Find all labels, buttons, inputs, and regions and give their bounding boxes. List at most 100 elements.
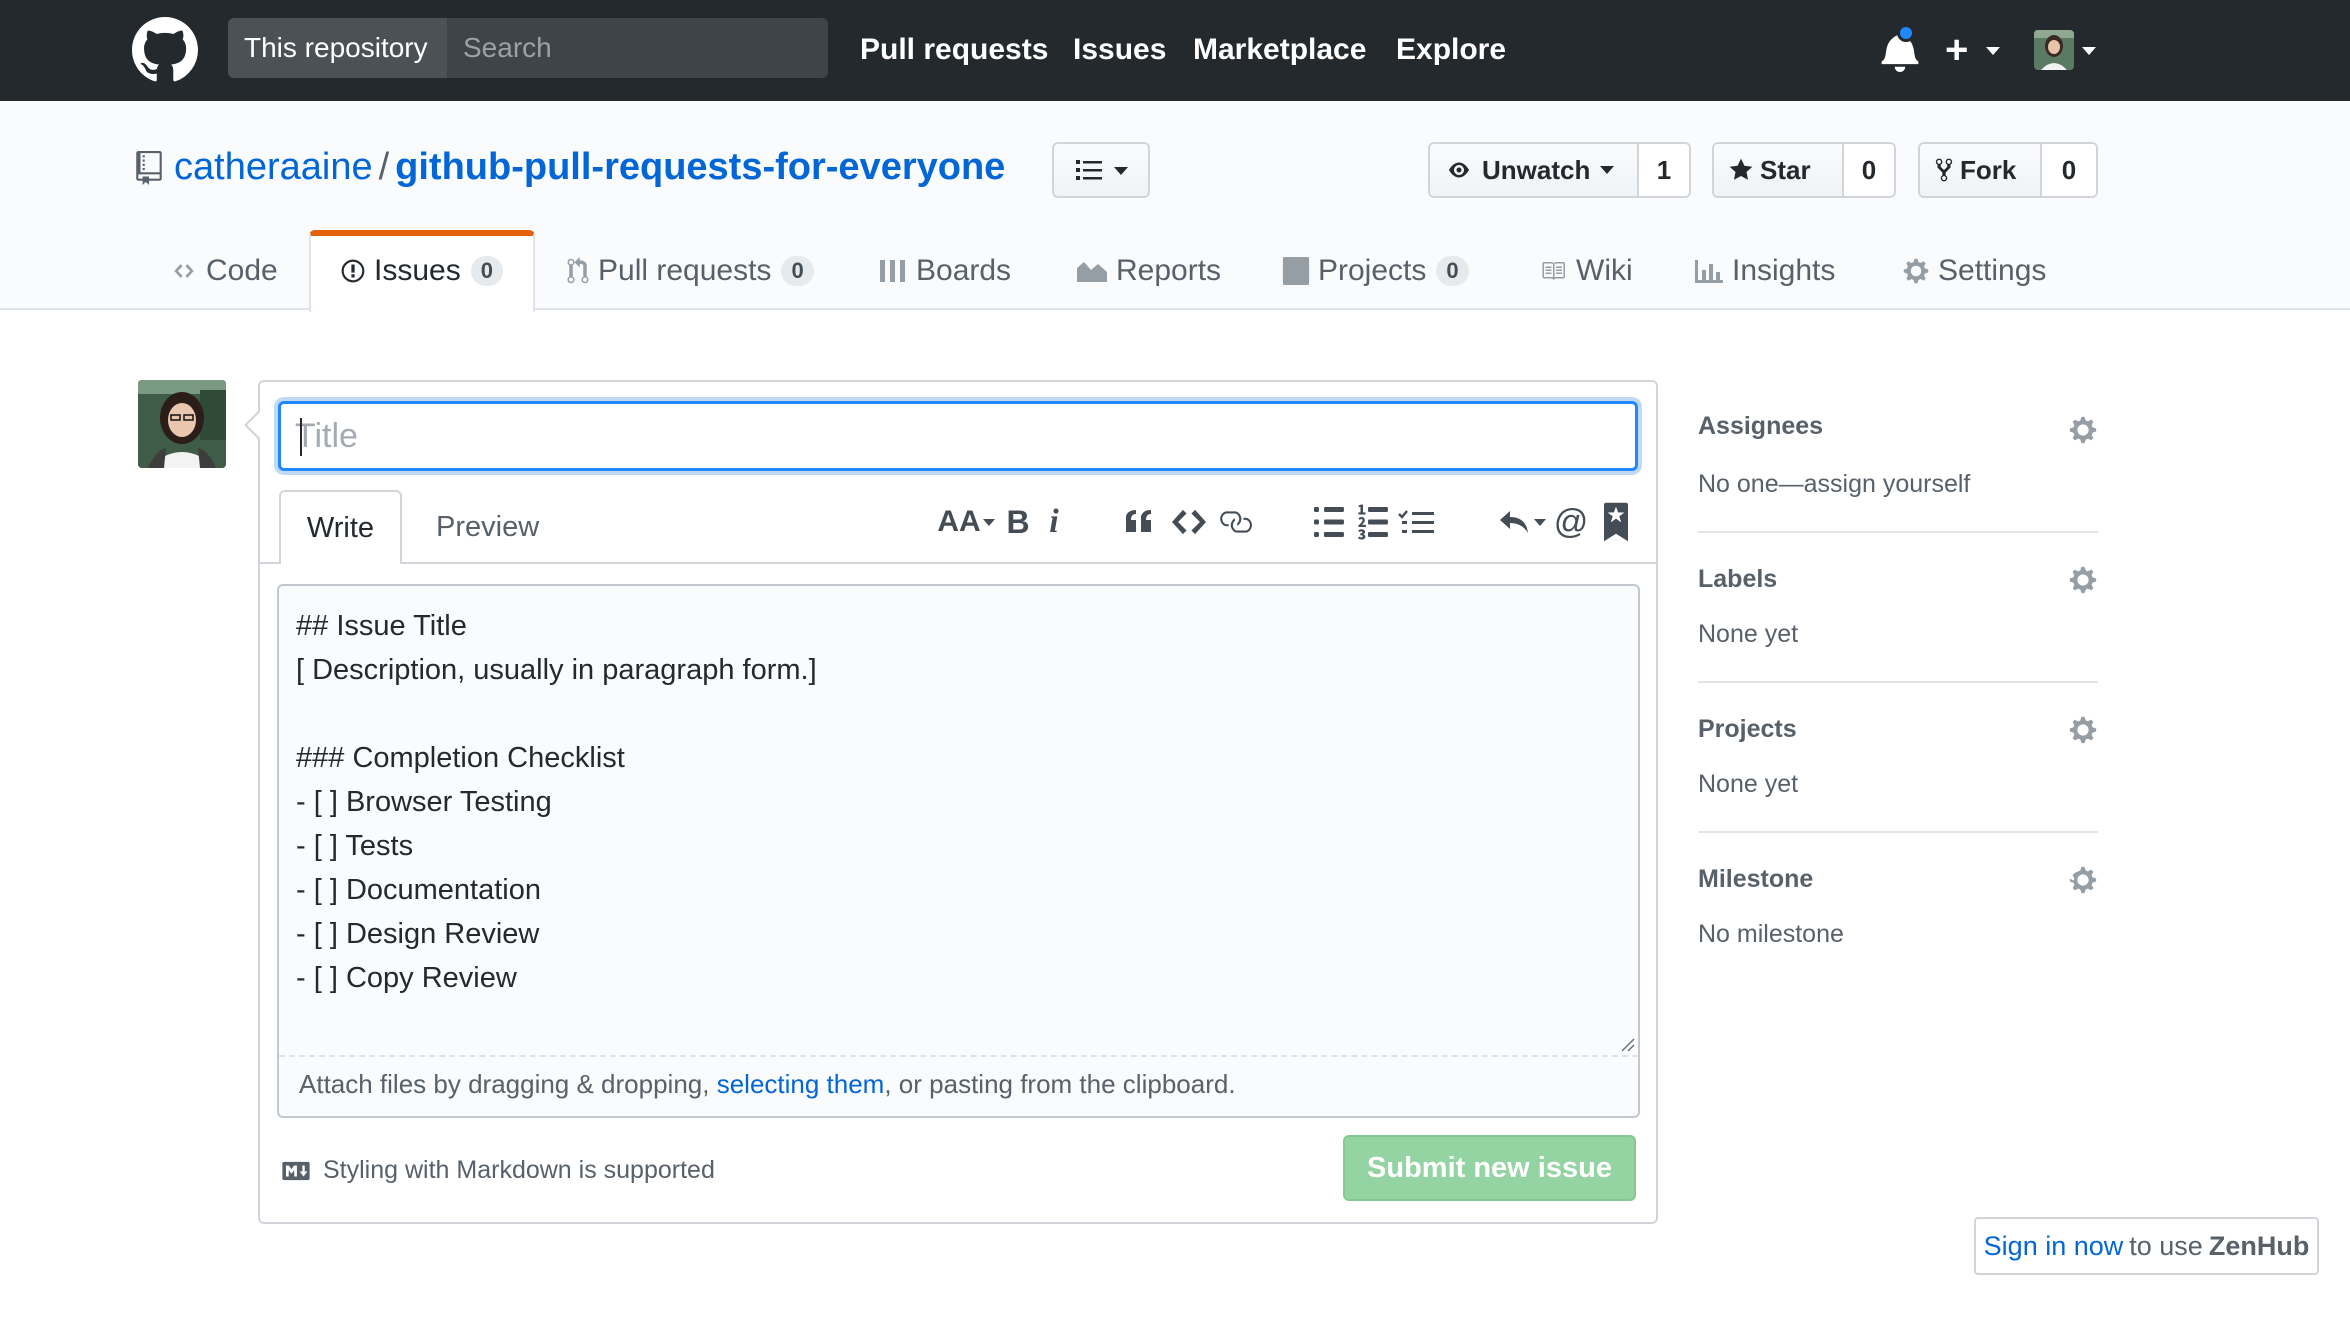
write-tab[interactable]: Write xyxy=(279,490,402,564)
author-avatar[interactable] xyxy=(138,380,226,468)
body-line: - [ ] Documentation xyxy=(296,874,541,906)
github-logo-icon[interactable] xyxy=(132,17,198,83)
body-line: ### Completion Checklist xyxy=(296,742,625,774)
issue-opened-icon xyxy=(341,259,365,283)
gear-icon xyxy=(1903,258,1929,284)
body-line: - [ ] Copy Review xyxy=(296,962,517,994)
preview-tab[interactable]: Preview xyxy=(436,490,539,564)
insights-icon xyxy=(1695,260,1723,283)
quote-icon[interactable] xyxy=(1124,502,1156,542)
attach-prefix: Attach files by dragging & dropping, xyxy=(299,1069,717,1099)
nav-marketplace[interactable]: Marketplace xyxy=(1193,28,1366,72)
user-menu-caret-icon[interactable] xyxy=(2082,47,2096,55)
tab-reports[interactable]: Reports xyxy=(1076,232,1221,310)
issue-body-textarea[interactable]: ## Issue Title [ Description, usually in… xyxy=(277,584,1640,1118)
mention-button[interactable]: @ xyxy=(1554,502,1589,542)
milestone-gear-icon[interactable] xyxy=(2068,865,2098,895)
boards-icon xyxy=(880,260,905,282)
resize-handle-icon[interactable] xyxy=(1619,1036,1635,1052)
markdown-note[interactable]: Styling with Markdown is supported xyxy=(281,1156,715,1185)
user-avatar[interactable] xyxy=(2034,30,2074,70)
create-new-plus-icon[interactable]: + xyxy=(1945,28,1968,72)
bookmark-icon[interactable] xyxy=(1604,502,1628,542)
reply-icon[interactable] xyxy=(1498,502,1530,542)
body-line: ## Issue Title xyxy=(296,610,467,642)
select-files-link[interactable]: selecting them xyxy=(717,1069,885,1099)
global-header: This repository Search Pull requests Iss… xyxy=(0,0,2350,101)
tab-issues[interactable]: Issues 0 xyxy=(340,232,503,310)
milestone-heading[interactable]: Milestone xyxy=(1698,865,1813,894)
link-icon[interactable] xyxy=(1218,502,1252,542)
bold-button[interactable]: B xyxy=(1004,502,1032,542)
tab-pull-requests[interactable]: Pull requests 0 xyxy=(566,232,814,310)
markdown-icon xyxy=(282,1161,310,1180)
star-button[interactable]: Star xyxy=(1714,144,1844,196)
header-search[interactable]: This repository Search xyxy=(228,18,828,78)
sidebar-divider xyxy=(1698,831,2098,833)
tab-boards[interactable]: Boards xyxy=(878,232,1011,310)
user-avatar-image xyxy=(2034,30,2074,70)
task-list-icon[interactable] xyxy=(1398,502,1434,542)
eye-icon xyxy=(1449,162,1469,178)
text-size-caret-icon xyxy=(982,518,995,526)
tab-insights[interactable]: Insights xyxy=(1694,232,1835,310)
text-size-label: AA xyxy=(937,505,981,538)
tab-pull-requests-counter: 0 xyxy=(781,256,814,286)
tab-projects-label: Projects xyxy=(1318,254,1427,287)
tab-wiki[interactable]: Wiki xyxy=(1538,232,1633,310)
star-icon xyxy=(1729,158,1753,180)
nav-pull-requests[interactable]: Pull requests xyxy=(860,28,1048,72)
body-line: - [ ] Tests xyxy=(296,830,414,862)
repo-owner-link[interactable]: catheraaine xyxy=(174,146,373,188)
tab-code[interactable]: Code xyxy=(170,232,278,310)
tab-pull-requests-label: Pull requests xyxy=(598,254,772,287)
submit-new-issue-button[interactable]: Submit new issue xyxy=(1343,1135,1636,1201)
tab-settings[interactable]: Settings xyxy=(1902,232,2046,310)
assignees-gear-icon[interactable] xyxy=(2068,415,2098,445)
git-pull-request-icon xyxy=(567,257,589,284)
repo-name-link[interactable]: github-pull-requests-for-everyone xyxy=(395,146,1005,188)
stargazers-count[interactable]: 0 xyxy=(1844,144,1894,196)
attach-suffix: , or pasting from the clipboard. xyxy=(884,1069,1236,1099)
star-control: Star 0 xyxy=(1712,142,1896,198)
search-input[interactable]: Search xyxy=(463,18,552,78)
projects-gear-icon[interactable] xyxy=(2068,715,2098,745)
nav-explore[interactable]: Explore xyxy=(1396,28,1506,72)
ordered-list-icon[interactable] xyxy=(1358,502,1388,542)
nav-issues[interactable]: Issues xyxy=(1073,28,1166,72)
projects-value: None yet xyxy=(1698,770,1799,798)
assignees-value[interactable]: No one—assign yourself xyxy=(1698,470,1970,499)
text-size-button[interactable]: AA xyxy=(936,502,996,542)
unwatch-button[interactable]: Unwatch xyxy=(1430,144,1639,196)
comment-arrow-inner xyxy=(247,412,260,438)
zenhub-signin-link[interactable]: Sign in now xyxy=(1984,1231,2124,1262)
fork-button[interactable]: Fork xyxy=(1920,144,2042,196)
body-line: - [ ] Browser Testing xyxy=(296,786,552,818)
italic-button[interactable]: i xyxy=(1044,502,1064,542)
reply-caret-icon[interactable] xyxy=(1532,502,1548,542)
repo-title-separator: / xyxy=(378,146,390,188)
code-button-icon[interactable] xyxy=(1172,502,1206,542)
text-cursor xyxy=(300,418,302,456)
tab-boards-label: Boards xyxy=(916,254,1012,287)
star-label: Star xyxy=(1760,154,1811,185)
unordered-list-icon[interactable] xyxy=(1314,502,1344,542)
unwatch-label: Unwatch xyxy=(1482,154,1591,185)
author-avatar-image xyxy=(138,380,226,468)
repo-forked-icon xyxy=(1935,158,1953,182)
labels-heading[interactable]: Labels xyxy=(1698,565,1777,594)
notification-unread-dot xyxy=(1897,24,1915,42)
create-new-caret-icon[interactable] xyxy=(1986,47,2000,55)
tab-projects[interactable]: Projects 0 xyxy=(1282,232,1469,310)
watchers-count[interactable]: 1 xyxy=(1639,144,1689,196)
issue-title-input[interactable] xyxy=(278,401,1638,471)
unwatch-caret-icon xyxy=(1600,166,1615,174)
tab-settings-label: Settings xyxy=(1938,254,2047,287)
forks-count[interactable]: 0 xyxy=(2042,144,2096,196)
zenhub-menu-button[interactable] xyxy=(1052,142,1150,198)
assignees-heading[interactable]: Assignees xyxy=(1698,412,1823,441)
sidebar-divider xyxy=(1698,531,2098,533)
labels-gear-icon[interactable] xyxy=(2068,565,2098,595)
fork-label: Fork xyxy=(1960,154,2017,185)
projects-heading[interactable]: Projects xyxy=(1698,715,1797,744)
